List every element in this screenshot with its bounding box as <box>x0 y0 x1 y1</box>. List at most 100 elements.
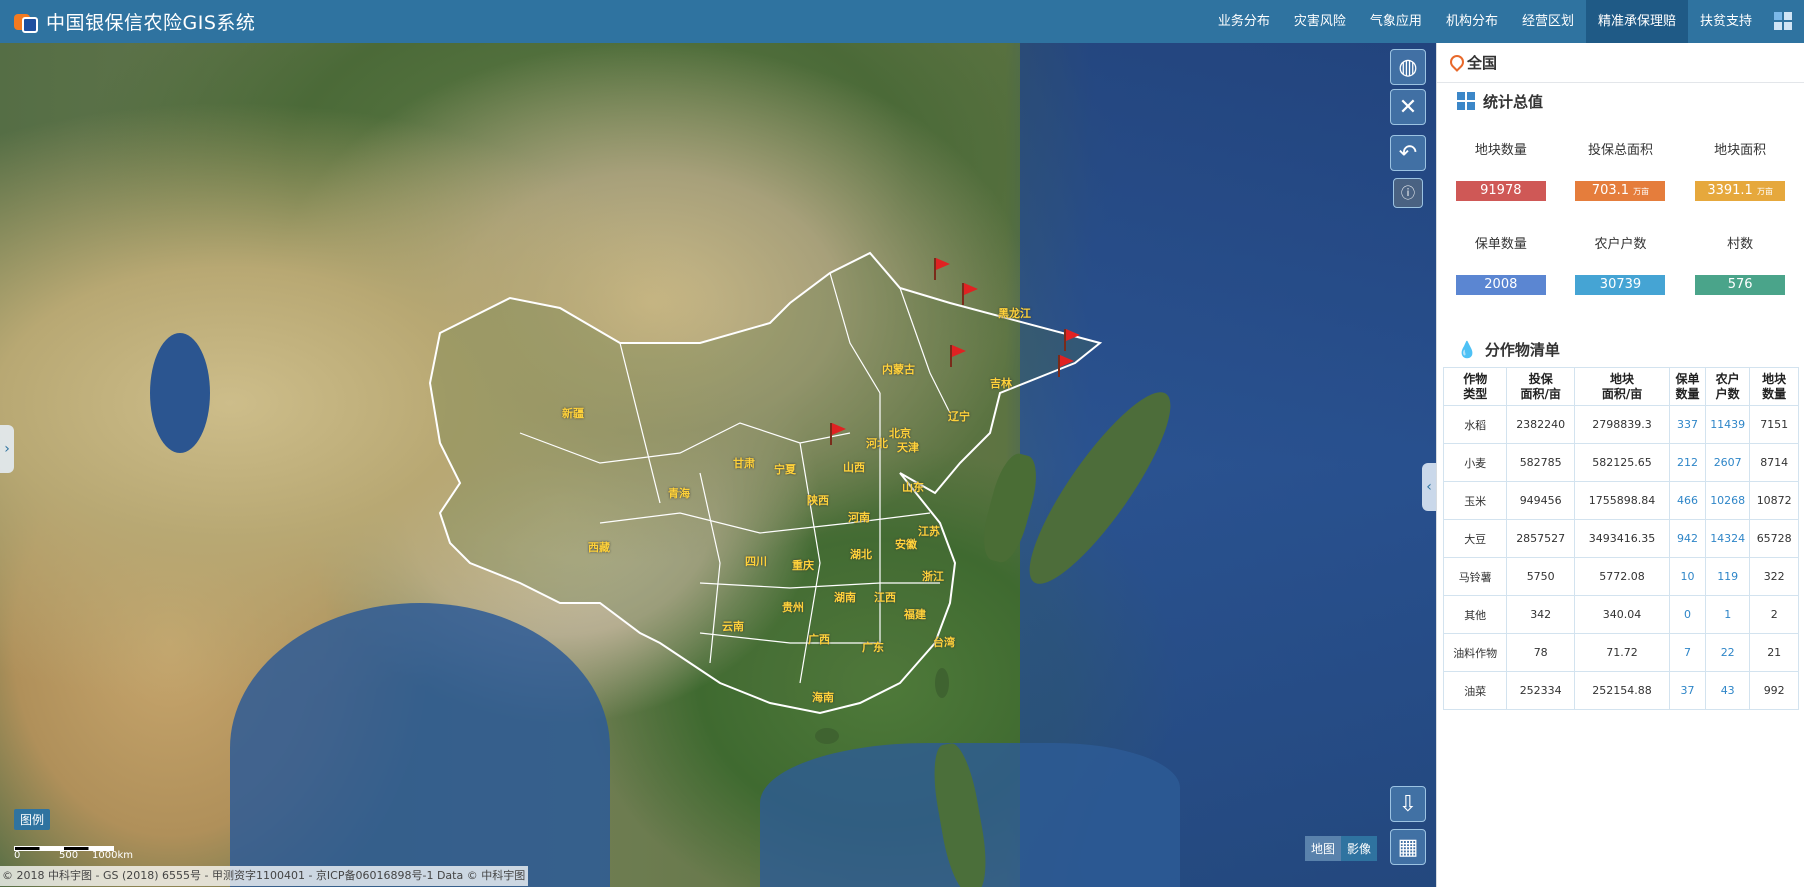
policy-count-link[interactable]: 212 <box>1669 443 1706 482</box>
nav-item-business-distribution[interactable]: 业务分布 <box>1206 0 1282 43</box>
province-label[interactable]: 台湾 <box>933 634 955 650</box>
basemap-map-option[interactable]: 地图 <box>1305 836 1342 861</box>
map-attribution: © 2018 中科宇图 - GS (2018) 6555号 - 甲测资字1100… <box>0 866 528 886</box>
province-label[interactable]: 安徽 <box>895 536 917 552</box>
undo-icon[interactable]: ↶ <box>1390 135 1426 171</box>
legend-button[interactable]: 图例 <box>14 809 51 830</box>
stat-label: 地块数量 <box>1474 143 1527 158</box>
province-label[interactable]: 四川 <box>745 553 767 569</box>
province-label[interactable]: 宁夏 <box>774 461 796 477</box>
province-label[interactable]: 天津 <box>897 439 919 455</box>
flag-marker-icon[interactable] <box>1058 355 1074 377</box>
table-row[interactable]: 油菜 252334 252154.88 37 43 992 <box>1442 671 1799 710</box>
app-title: 中国银保信农险GIS系统 <box>46 12 256 34</box>
identify-icon[interactable]: ⓘ <box>1393 178 1423 208</box>
crop-table-header: 作物 类型 投保 面积/亩 地块 面积/亩 保单 数量 农户 户数 地块 数量 <box>1442 367 1799 406</box>
left-panel-toggle[interactable]: › <box>0 425 14 473</box>
globe-icon[interactable]: ◍ <box>1390 49 1426 85</box>
app-menu-icon[interactable] <box>1774 12 1792 30</box>
policy-count-link[interactable]: 37 <box>1669 671 1706 710</box>
location-pin-icon <box>1449 55 1461 71</box>
plot-area-cell: 582125.65 <box>1573 443 1671 482</box>
province-label[interactable]: 重庆 <box>792 557 814 573</box>
province-label[interactable]: 黑龙江 <box>998 305 1031 321</box>
stat-value: 91978 <box>1455 181 1546 201</box>
water-drop-icon: 💧 <box>1457 339 1477 359</box>
province-label[interactable]: 福建 <box>904 606 926 622</box>
province-label[interactable]: 江西 <box>874 589 896 605</box>
satellite-map[interactable]: 黑龙江 吉林 辽宁 内蒙古 新疆 西藏 青海 甘肃 宁夏 陕西 山西 北京 天津… <box>0 43 1436 887</box>
flag-marker-icon[interactable] <box>1064 329 1080 351</box>
table-row[interactable]: 马铃薯 5750 5772.08 10 119 322 <box>1442 557 1799 596</box>
table-row[interactable]: 小麦 582785 582125.65 212 2607 8714 <box>1442 443 1799 482</box>
nav-item-institutions[interactable]: 机构分布 <box>1434 0 1510 43</box>
policy-count-link[interactable]: 10 <box>1669 557 1706 596</box>
col-header: 地块 面积/亩 <box>1573 367 1671 406</box>
stat-value: 3391.1 万亩 <box>1695 181 1786 201</box>
stat-label: 地块面积 <box>1714 143 1767 158</box>
nav-item-weather[interactable]: 气象应用 <box>1358 0 1434 43</box>
province-label[interactable]: 青海 <box>668 485 690 501</box>
province-label[interactable]: 山东 <box>902 479 924 495</box>
nav-item-disaster-risk[interactable]: 灾害风险 <box>1282 0 1358 43</box>
stat-value: 576 <box>1695 275 1786 295</box>
province-label[interactable]: 贵州 <box>782 599 804 615</box>
crop-table: 作物 类型 投保 面积/亩 地块 面积/亩 保单 数量 农户 户数 地块 数量 … <box>1442 367 1799 710</box>
flag-marker-icon[interactable] <box>830 423 846 445</box>
province-label[interactable]: 广西 <box>808 631 830 647</box>
farmer-count-link[interactable]: 10268 <box>1704 481 1751 520</box>
province-label[interactable]: 河南 <box>848 509 870 525</box>
policy-count-link[interactable]: 466 <box>1669 481 1706 520</box>
plot-count-cell: 10872 <box>1749 481 1799 520</box>
policy-count-link[interactable]: 0 <box>1669 595 1706 634</box>
flag-marker-icon[interactable] <box>950 345 966 367</box>
farmer-count-link[interactable]: 119 <box>1704 557 1751 596</box>
province-label[interactable]: 河北 <box>866 435 888 451</box>
province-label[interactable]: 广东 <box>862 639 884 655</box>
farmer-count-link[interactable]: 2607 <box>1704 443 1751 482</box>
table-row[interactable]: 水稻 2382240 2798839.3 337 11439 7151 <box>1442 405 1799 444</box>
province-label[interactable]: 云南 <box>722 618 744 634</box>
flag-marker-icon[interactable] <box>934 258 950 280</box>
province-label[interactable]: 山西 <box>843 459 865 475</box>
policy-count-link[interactable]: 337 <box>1669 405 1706 444</box>
plot-count-cell: 7151 <box>1749 405 1799 444</box>
policy-count-link[interactable]: 7 <box>1669 633 1706 672</box>
china-map-icon[interactable]: ▦ <box>1390 829 1426 865</box>
farmer-count-link[interactable]: 11439 <box>1704 405 1751 444</box>
province-label[interactable]: 陕西 <box>807 492 829 508</box>
province-label[interactable]: 西藏 <box>588 539 610 555</box>
basemap-imagery-option[interactable]: 影像 <box>1341 836 1378 861</box>
nav-item-precise-underwriting[interactable]: 精准承保理赔 <box>1585 0 1688 43</box>
province-label[interactable]: 湖北 <box>850 546 872 562</box>
export-icon[interactable]: ⇩ <box>1390 786 1426 822</box>
stat-village-count: 村数 576 <box>1680 213 1800 307</box>
province-label[interactable]: 海南 <box>812 689 834 705</box>
farmer-count-link[interactable]: 14324 <box>1704 519 1751 558</box>
tools-icon[interactable]: ✕ <box>1390 89 1426 125</box>
province-label[interactable]: 浙江 <box>922 568 944 584</box>
flag-marker-icon[interactable] <box>962 283 978 305</box>
crop-type-cell: 玉米 <box>1442 481 1508 520</box>
table-row[interactable]: 其他 342 340.04 0 1 2 <box>1442 595 1799 634</box>
table-row[interactable]: 油料作物 78 71.72 7 22 21 <box>1442 633 1799 672</box>
province-label[interactable]: 新疆 <box>562 405 584 421</box>
nav-item-zoning[interactable]: 经营区划 <box>1510 0 1586 43</box>
farmer-count-link[interactable]: 22 <box>1704 633 1751 672</box>
province-label[interactable]: 辽宁 <box>948 408 970 424</box>
table-row[interactable]: 玉米 949456 1755898.84 466 10268 10872 <box>1442 481 1799 520</box>
province-label[interactable]: 甘肃 <box>733 455 755 471</box>
table-row[interactable]: 大豆 2857527 3493416.35 942 14324 65728 <box>1442 519 1799 558</box>
crop-type-cell: 水稻 <box>1442 405 1508 444</box>
province-label[interactable]: 吉林 <box>990 375 1012 391</box>
plot-count-cell: 21 <box>1749 633 1799 672</box>
province-label[interactable]: 江苏 <box>918 523 940 539</box>
province-label[interactable]: 湖南 <box>834 589 856 605</box>
province-label[interactable]: 内蒙古 <box>882 361 915 377</box>
policy-count-link[interactable]: 942 <box>1669 519 1706 558</box>
right-panel-toggle[interactable]: ‹ <box>1422 463 1436 511</box>
farmer-count-link[interactable]: 1 <box>1704 595 1751 634</box>
farmer-count-link[interactable]: 43 <box>1704 671 1751 710</box>
stat-label: 村数 <box>1727 237 1754 252</box>
nav-item-poverty-support[interactable]: 扶贫支持 <box>1688 0 1764 43</box>
